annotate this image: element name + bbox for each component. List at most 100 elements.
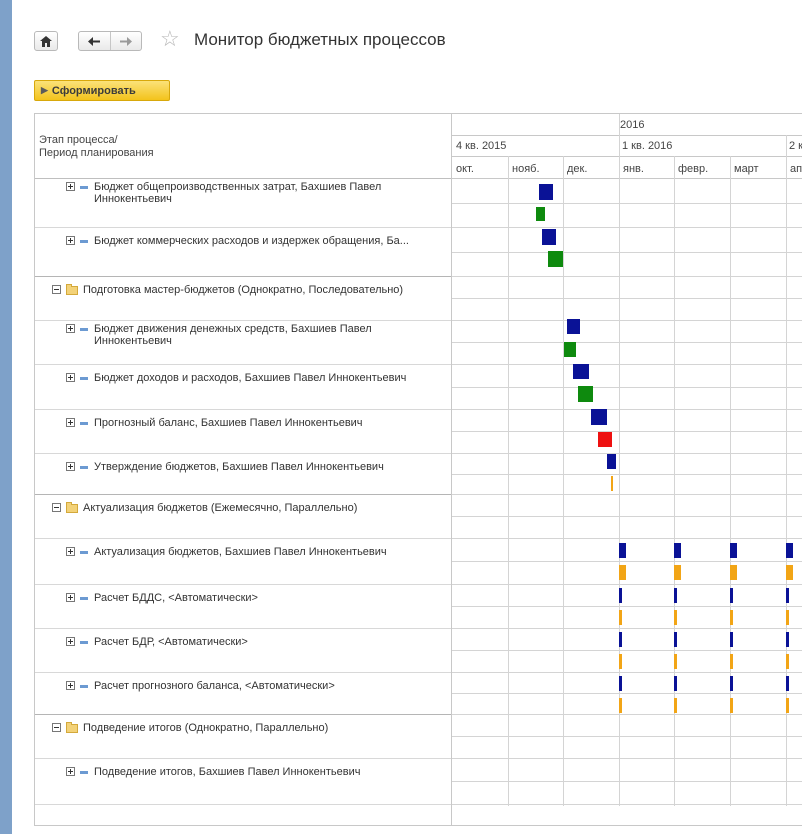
tree-task-row[interactable]: Бюджет движения денежных средств, Бахшие… — [66, 323, 445, 347]
plan-bar[interactable] — [542, 229, 556, 245]
arrow-right-icon — [119, 36, 132, 46]
plan-bar[interactable] — [619, 543, 626, 558]
tree-group-row[interactable]: Актуализация бюджетов (Ежемесячно, Парал… — [52, 502, 445, 514]
fact-bar[interactable] — [786, 610, 789, 625]
fact-bar[interactable] — [786, 654, 789, 669]
plan-bar[interactable] — [730, 588, 733, 603]
plan-bar[interactable] — [674, 632, 677, 647]
fact-bar[interactable] — [536, 207, 545, 221]
expand-icon[interactable] — [66, 681, 75, 690]
window-frame — [0, 0, 12, 834]
row-separator — [35, 320, 451, 321]
gantt-subrow-line — [452, 781, 802, 782]
gantt-subrow-line — [452, 474, 802, 475]
tree-row-label: Подведение итогов, Бахшиев Павел Иннокен… — [94, 766, 361, 778]
task-dash-icon — [80, 377, 88, 380]
home-icon — [40, 35, 52, 47]
tree-task-row[interactable]: Прогнозный баланс, Бахшиев Павел Иннокен… — [66, 417, 445, 429]
folder-icon — [66, 284, 78, 295]
expand-icon[interactable] — [66, 418, 75, 427]
fact-bar[interactable] — [786, 565, 793, 580]
task-dash-icon — [80, 771, 88, 774]
fact-bar[interactable] — [674, 654, 677, 669]
tree-task-row[interactable]: Бюджет доходов и расходов, Бахшиев Павел… — [66, 372, 445, 384]
expand-icon[interactable] — [66, 462, 75, 471]
fact-bar[interactable] — [674, 610, 677, 625]
expand-icon[interactable] — [66, 767, 75, 776]
expand-icon[interactable] — [66, 547, 75, 556]
plan-bar[interactable] — [567, 319, 580, 334]
expand-icon[interactable] — [66, 593, 75, 602]
plan-bar[interactable] — [674, 543, 681, 558]
fact-bar[interactable] — [548, 251, 563, 267]
tree-row-label: Бюджет коммерческих расходов и издержек … — [94, 235, 409, 247]
fact-bar[interactable] — [619, 565, 626, 580]
tree-task-row[interactable]: Расчет БДР, <Автоматически> — [66, 636, 445, 648]
plan-bar[interactable] — [619, 588, 622, 603]
gantt-row-line — [452, 320, 802, 321]
plan-bar[interactable] — [786, 543, 793, 558]
tree-task-row[interactable]: Бюджет общепроизводственных затрат, Бахш… — [66, 181, 445, 205]
plan-bar[interactable] — [730, 632, 733, 647]
fact-bar[interactable] — [730, 654, 733, 669]
gantt-row-line — [452, 494, 802, 495]
tree-group-row[interactable]: Подготовка мастер-бюджетов (Однократно, … — [52, 284, 445, 296]
home-button[interactable] — [34, 31, 58, 51]
back-button[interactable] — [79, 32, 110, 50]
plan-bar[interactable] — [619, 632, 622, 647]
expand-icon[interactable] — [66, 373, 75, 382]
tree-task-row[interactable]: Актуализация бюджетов, Бахшиев Павел Инн… — [66, 546, 445, 558]
tree-task-row[interactable]: Расчет БДДС, <Автоматически> — [66, 592, 445, 604]
fact-bar[interactable] — [578, 386, 593, 402]
plan-bar[interactable] — [539, 184, 553, 200]
fact-bar[interactable] — [730, 698, 733, 713]
expand-icon[interactable] — [66, 637, 75, 646]
fact-bar[interactable] — [619, 654, 622, 669]
fact-bar[interactable] — [674, 698, 677, 713]
header-separator — [35, 178, 451, 179]
plan-bar[interactable] — [591, 409, 607, 425]
expand-icon[interactable] — [66, 182, 75, 191]
month-column-line — [563, 156, 564, 806]
tree-task-row[interactable]: Расчет прогнозного баланса, <Автоматичес… — [66, 680, 445, 692]
row-separator — [35, 538, 451, 539]
fact-bar[interactable] — [598, 432, 612, 447]
fact-bar[interactable] — [730, 610, 733, 625]
fact-bar[interactable] — [564, 342, 576, 357]
tree-group-row[interactable]: Подведение итогов (Однократно, Параллель… — [52, 722, 445, 734]
forward-button[interactable] — [109, 32, 142, 50]
plan-bar[interactable] — [730, 543, 737, 558]
tree-task-row[interactable]: Утверждение бюджетов, Бахшиев Павел Инно… — [66, 461, 445, 473]
plan-bar[interactable] — [607, 454, 616, 469]
generate-button[interactable]: ▶ Сформировать — [34, 80, 170, 101]
fact-bar[interactable] — [730, 565, 737, 580]
fact-bar[interactable] — [674, 565, 681, 580]
plan-bar[interactable] — [674, 588, 677, 603]
gantt-subrow-line — [452, 516, 802, 517]
plan-bar[interactable] — [786, 632, 789, 647]
plan-bar[interactable] — [674, 676, 677, 691]
expand-icon[interactable] — [66, 236, 75, 245]
fact-bar[interactable] — [619, 610, 622, 625]
plan-bar[interactable] — [786, 588, 789, 603]
plan-bar[interactable] — [573, 364, 589, 379]
fact-bar[interactable] — [619, 698, 622, 713]
collapse-icon[interactable] — [52, 503, 61, 512]
plan-bar[interactable] — [786, 676, 789, 691]
gantt-row-line — [452, 364, 802, 365]
plan-bar[interactable] — [730, 676, 733, 691]
tree-task-row[interactable]: Бюджет коммерческих расходов и издержек … — [66, 235, 445, 247]
row-separator — [35, 227, 451, 228]
collapse-icon[interactable] — [52, 723, 61, 732]
collapse-icon[interactable] — [52, 285, 61, 294]
favorite-star-icon[interactable]: ☆ — [160, 27, 180, 51]
expand-icon[interactable] — [66, 324, 75, 333]
tree-task-row[interactable]: Подведение итогов, Бахшиев Павел Иннокен… — [66, 766, 445, 778]
gantt-subrow-line — [452, 298, 802, 299]
fact-bar[interactable] — [786, 698, 789, 713]
tree-header-line2: Период планирования — [39, 147, 154, 159]
gantt-row-line — [452, 584, 802, 585]
plan-bar[interactable] — [619, 676, 622, 691]
report-grid: Этап процесса/ Период планирования Бюдже… — [34, 113, 802, 826]
fact-bar[interactable] — [611, 476, 613, 491]
